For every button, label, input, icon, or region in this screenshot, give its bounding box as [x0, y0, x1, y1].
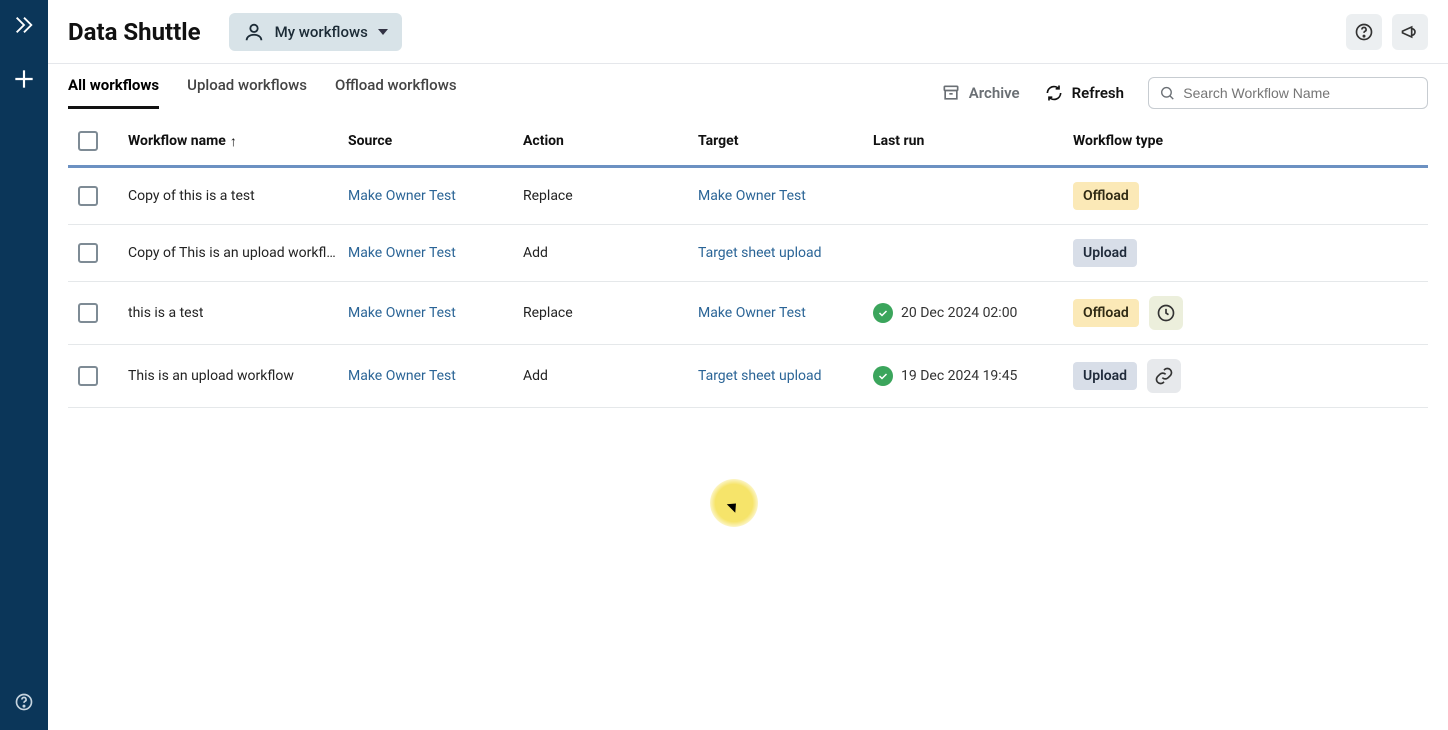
workflow-table: Workflow name↑ Source Action Target Last… [68, 117, 1428, 408]
target-link[interactable]: Make Owner Test [698, 305, 873, 321]
megaphone-icon [1400, 22, 1420, 42]
search-box[interactable] [1148, 77, 1428, 109]
archive-icon [941, 83, 961, 103]
workflow-type-badge: Upload [1073, 239, 1137, 267]
row-checkbox[interactable] [78, 243, 98, 263]
target-link[interactable]: Target sheet upload [698, 245, 873, 261]
source-link[interactable]: Make Owner Test [348, 368, 523, 384]
sidebar [0, 0, 48, 730]
workflow-type-badge: Upload [1073, 362, 1137, 390]
last-run-time: 19 Dec 2024 19:45 [901, 368, 1017, 384]
col-target[interactable]: Target [698, 133, 873, 149]
workflow-type-cell: Upload [1073, 239, 1428, 267]
archive-button[interactable]: Archive [941, 83, 1020, 103]
col-action[interactable]: Action [523, 133, 698, 149]
select-all-checkbox[interactable] [78, 131, 98, 151]
tab-upload-workflows[interactable]: Upload workflows [187, 76, 307, 109]
last-run-time: 20 Dec 2024 02:00 [901, 305, 1017, 321]
tabs: All workflows Upload workflows Offload w… [68, 76, 457, 109]
search-input[interactable] [1183, 85, 1417, 101]
table-row[interactable]: Copy of This is an upload workflowMake O… [68, 225, 1428, 282]
last-run: 20 Dec 2024 02:00 [873, 303, 1073, 323]
col-workflow-type[interactable]: Workflow type [1073, 133, 1428, 149]
col-source[interactable]: Source [348, 133, 523, 149]
status-ok-icon [873, 366, 893, 386]
refresh-button[interactable]: Refresh [1044, 83, 1124, 103]
row-checkbox[interactable] [78, 186, 98, 206]
workflow-name: Copy of This is an upload workflow [128, 245, 348, 261]
help-button[interactable] [1346, 14, 1382, 50]
workflow-name: This is an upload workflow [128, 368, 348, 384]
help-icon[interactable] [14, 692, 34, 712]
chevron-down-icon [378, 29, 388, 35]
target-link[interactable]: Make Owner Test [698, 188, 873, 204]
workflow-name: this is a test [128, 305, 348, 321]
source-link[interactable]: Make Owner Test [348, 245, 523, 261]
refresh-icon [1044, 83, 1064, 103]
refresh-label: Refresh [1072, 84, 1124, 102]
topbar: Data Shuttle My workflows [48, 0, 1448, 64]
my-workflows-dropdown[interactable]: My workflows [229, 13, 402, 51]
col-last-run[interactable]: Last run [873, 133, 1073, 149]
action-value: Add [523, 245, 698, 261]
row-checkbox[interactable] [78, 366, 98, 386]
target-link[interactable]: Target sheet upload [698, 368, 873, 384]
action-value: Replace [523, 305, 698, 321]
row-checkbox[interactable] [78, 303, 98, 323]
source-link[interactable]: Make Owner Test [348, 305, 523, 321]
toolbar: All workflows Upload workflows Offload w… [48, 64, 1448, 109]
app-logo-icon [13, 14, 35, 36]
workflow-type-badge: Offload [1073, 299, 1139, 327]
tab-all-workflows[interactable]: All workflows [68, 76, 159, 109]
action-value: Add [523, 368, 698, 384]
status-ok-icon [873, 303, 893, 323]
link-icon[interactable] [1147, 359, 1181, 393]
last-run: 19 Dec 2024 19:45 [873, 366, 1073, 386]
workflow-type-cell: Offload [1073, 296, 1428, 330]
question-icon [1354, 22, 1374, 42]
col-workflow-name[interactable]: Workflow name↑ [128, 133, 348, 150]
my-workflows-label: My workflows [275, 23, 368, 41]
main: Data Shuttle My workflows All workflows … [48, 0, 1448, 730]
action-value: Replace [523, 188, 698, 204]
workflow-type-badge: Offload [1073, 182, 1139, 210]
table-header: Workflow name↑ Source Action Target Last… [68, 117, 1428, 168]
source-link[interactable]: Make Owner Test [348, 188, 523, 204]
table-row[interactable]: Copy of this is a testMake Owner TestRep… [68, 168, 1428, 225]
app-title: Data Shuttle [68, 18, 201, 46]
tab-offload-workflows[interactable]: Offload workflows [335, 76, 457, 109]
announcements-button[interactable] [1392, 14, 1428, 50]
table-row[interactable]: this is a testMake Owner TestReplaceMake… [68, 282, 1428, 345]
search-icon [1159, 84, 1175, 102]
workflow-name: Copy of this is a test [128, 188, 348, 204]
sort-asc-icon: ↑ [230, 133, 237, 150]
workflow-type-cell: Offload [1073, 182, 1428, 210]
table-row[interactable]: This is an upload workflowMake Owner Tes… [68, 345, 1428, 408]
archive-label: Archive [969, 84, 1020, 102]
person-icon [243, 21, 265, 43]
workflow-type-cell: Upload [1073, 359, 1428, 393]
add-icon[interactable] [11, 66, 37, 92]
schedule-icon[interactable] [1149, 296, 1183, 330]
